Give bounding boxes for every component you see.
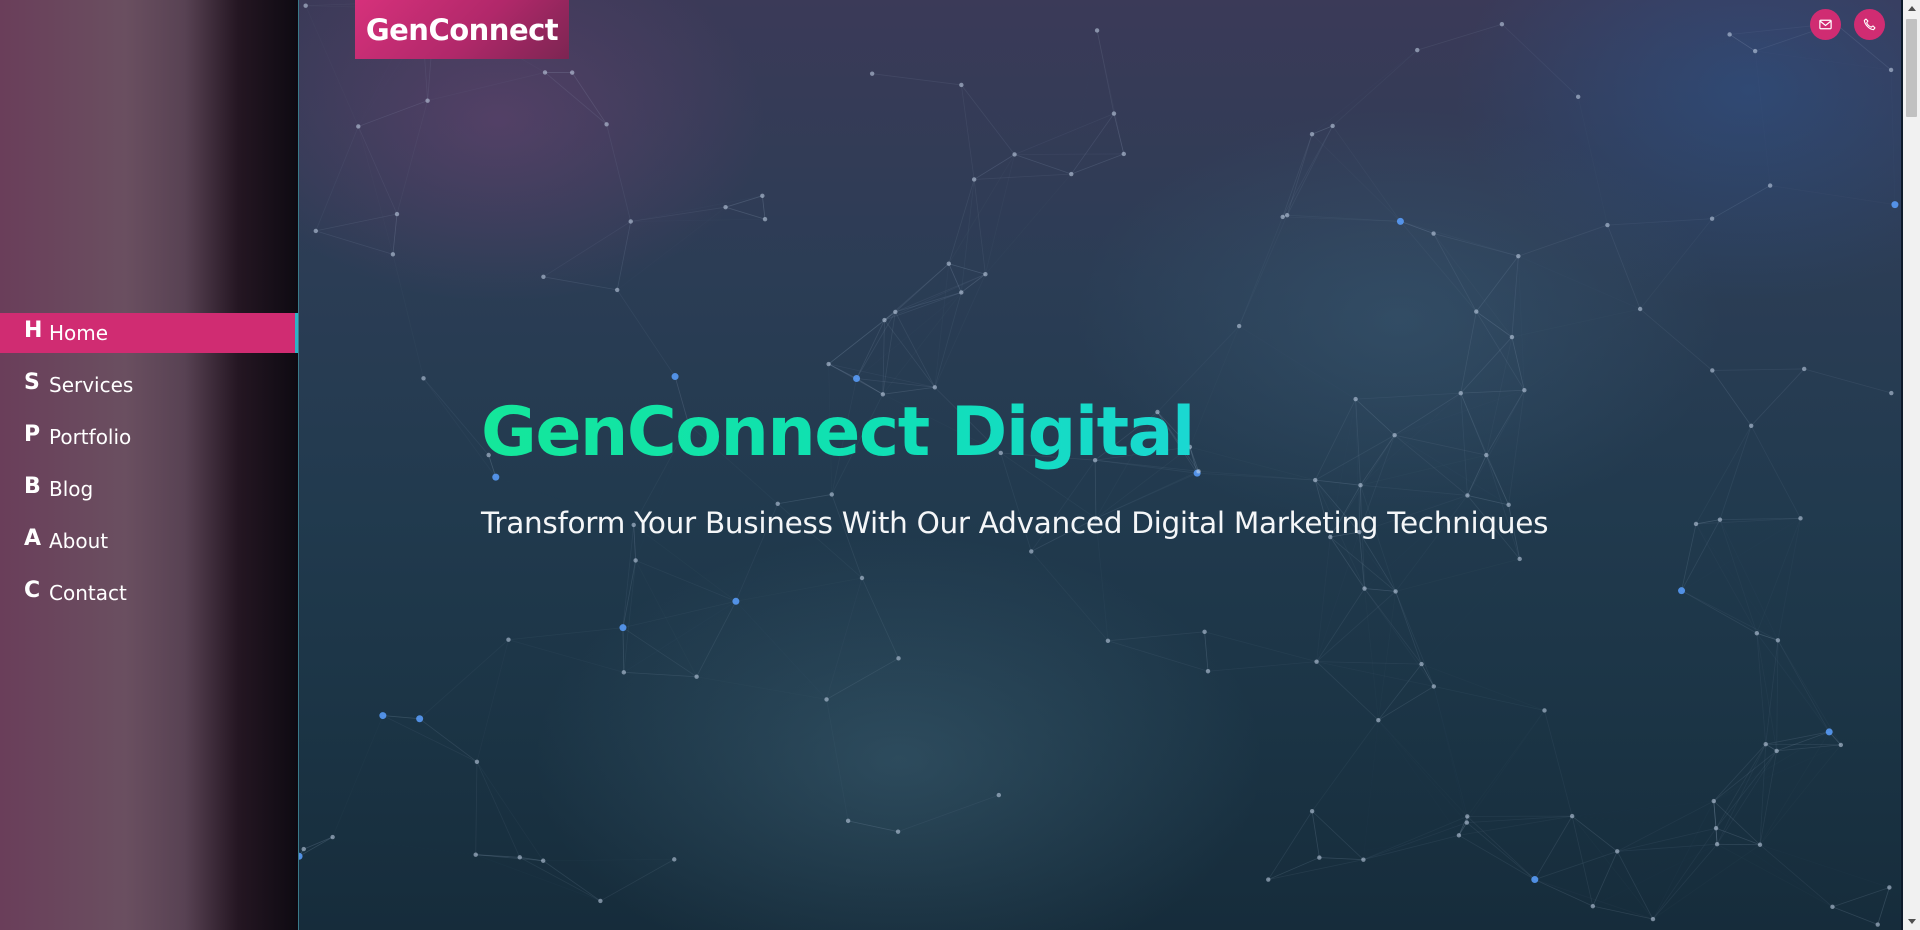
hero-section: GenConnect GenConnect Digital Transform …: [299, 0, 1901, 930]
sidebar: H Home S Services P Portfolio B Blog A A…: [0, 0, 299, 930]
nav-letter-icon: H: [24, 317, 43, 343]
sidebar-item-blog[interactable]: B Blog: [0, 469, 298, 509]
sidebar-nav: H Home S Services P Portfolio B Blog A A…: [0, 313, 298, 625]
contact-icons: [1810, 9, 1885, 40]
sidebar-item-label: Home: [49, 321, 109, 345]
hero-title: GenConnect Digital: [481, 393, 1195, 472]
nav-letter-icon: S: [24, 369, 40, 395]
scroll-up-arrow-icon[interactable]: [1903, 0, 1920, 17]
logo[interactable]: GenConnect: [355, 0, 569, 59]
sidebar-item-label: Contact: [49, 581, 127, 605]
scrollbar[interactable]: [1903, 0, 1920, 930]
phone-icon: [1863, 18, 1876, 31]
sidebar-item-label: Portfolio: [49, 425, 132, 449]
sidebar-item-home[interactable]: H Home: [0, 313, 298, 353]
sidebar-item-services[interactable]: S Services: [0, 365, 298, 405]
hero-subtitle: Transform Your Business With Our Advance…: [481, 506, 1549, 540]
phone-button[interactable]: [1854, 9, 1885, 40]
nav-letter-icon: B: [24, 473, 41, 499]
sidebar-item-label: Blog: [49, 477, 94, 501]
sidebar-item-about[interactable]: A About: [0, 521, 298, 561]
scrollbar-thumb[interactable]: [1906, 19, 1917, 117]
scroll-down-arrow-icon[interactable]: [1903, 913, 1920, 930]
nav-letter-icon: P: [24, 421, 41, 447]
mail-icon: [1819, 19, 1832, 30]
sidebar-item-label: Services: [49, 373, 134, 397]
nav-letter-icon: A: [24, 525, 42, 551]
sidebar-item-contact[interactable]: C Contact: [0, 573, 298, 613]
sidebar-item-portfolio[interactable]: P Portfolio: [0, 417, 298, 457]
nav-letter-icon: C: [24, 577, 41, 603]
mail-button[interactable]: [1810, 9, 1841, 40]
sidebar-item-label: About: [49, 529, 109, 553]
